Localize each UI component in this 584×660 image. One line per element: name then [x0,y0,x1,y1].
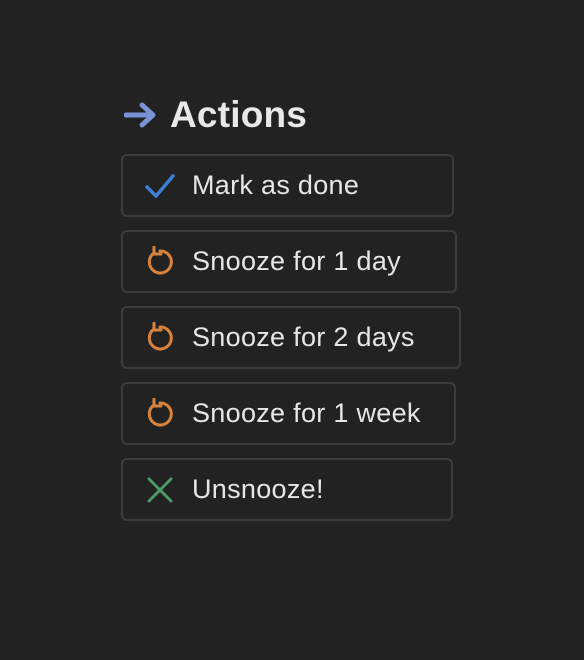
snooze-2-days-label: Snooze for 2 days [192,322,415,352]
mark-as-done-label: Mark as done [192,170,360,200]
snooze-1-week-label: Snooze for 1 week [192,398,421,428]
cross-icon [144,474,176,506]
snooze-icon [144,245,176,278]
actions-panel: Actions Mark as done Snooze for 1 day Sn… [121,92,481,521]
snooze-2-days-button[interactable]: Snooze for 2 days [121,306,461,369]
snooze-icon [144,397,176,430]
snooze-1-week-button[interactable]: Snooze for 1 week [121,382,456,445]
actions-list: Mark as done Snooze for 1 day Snooze for… [121,154,481,521]
mark-as-done-button[interactable]: Mark as done [121,154,454,217]
actions-title: Actions [170,94,308,135]
unsnooze-label: Unsnooze! [192,474,324,504]
snooze-1-day-button[interactable]: Snooze for 1 day [121,230,457,293]
actions-heading: Actions [124,92,481,138]
snooze-1-day-label: Snooze for 1 day [192,246,401,276]
unsnooze-button[interactable]: Unsnooze! [121,458,453,521]
checkmark-icon [144,170,176,202]
right-arrow-icon [124,100,160,130]
snooze-icon [144,321,176,354]
